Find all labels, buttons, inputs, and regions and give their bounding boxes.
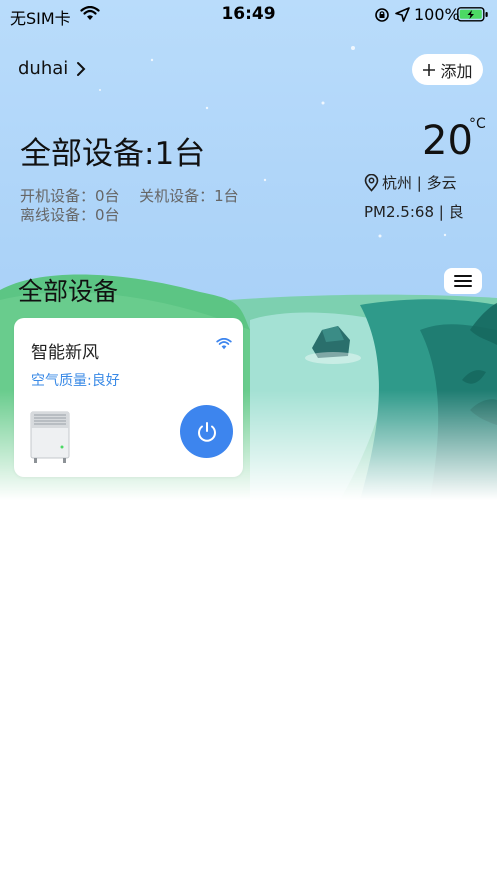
battery-charging-icon (457, 7, 488, 22)
username: duhai (18, 58, 69, 79)
chevron-right-icon (77, 61, 86, 76)
orientation-lock-icon (375, 8, 389, 22)
wifi-icon (216, 338, 232, 350)
add-device-button[interactable]: 添加 (412, 54, 483, 85)
weather-location: 杭州 | 多云 (364, 172, 457, 193)
temperature-unit: °C (469, 116, 486, 132)
section-title: 全部设备 (18, 277, 119, 306)
air-purifier-image (30, 411, 70, 463)
menu-icon (454, 275, 472, 287)
status-bar: 无SIM卡 16:49 100% (0, 0, 497, 30)
off-devices-count: 关机设备：1台 (139, 187, 239, 205)
temperature: 20 (422, 118, 473, 164)
offline-devices-count: 离线设备：0台 (20, 206, 120, 224)
power-button[interactable] (180, 405, 233, 458)
air-quality-status: 空气质量:良好 (31, 373, 120, 389)
on-devices-count: 开机设备：0台 (20, 187, 120, 205)
location-pin-icon (364, 173, 379, 192)
device-name: 智能新风 (31, 343, 99, 363)
summary-row-1: 开机设备：0台 关机设备：1台 (20, 185, 239, 206)
plus-icon (423, 63, 436, 76)
menu-button[interactable] (444, 268, 482, 294)
weather-location-text: 杭州 | 多云 (382, 174, 457, 192)
location-arrow-icon (395, 7, 410, 22)
power-icon (197, 421, 216, 442)
device-card[interactable]: 智能新风 空气质量:良好 (14, 318, 243, 477)
user-selector[interactable]: duhai (18, 58, 86, 79)
device-summary-title: 全部设备:1台 (20, 136, 206, 172)
battery-percent: 100% (414, 5, 460, 24)
pm25-reading: PM2.5:68 | 良 (364, 203, 464, 221)
add-device-label: 添加 (440, 61, 473, 81)
